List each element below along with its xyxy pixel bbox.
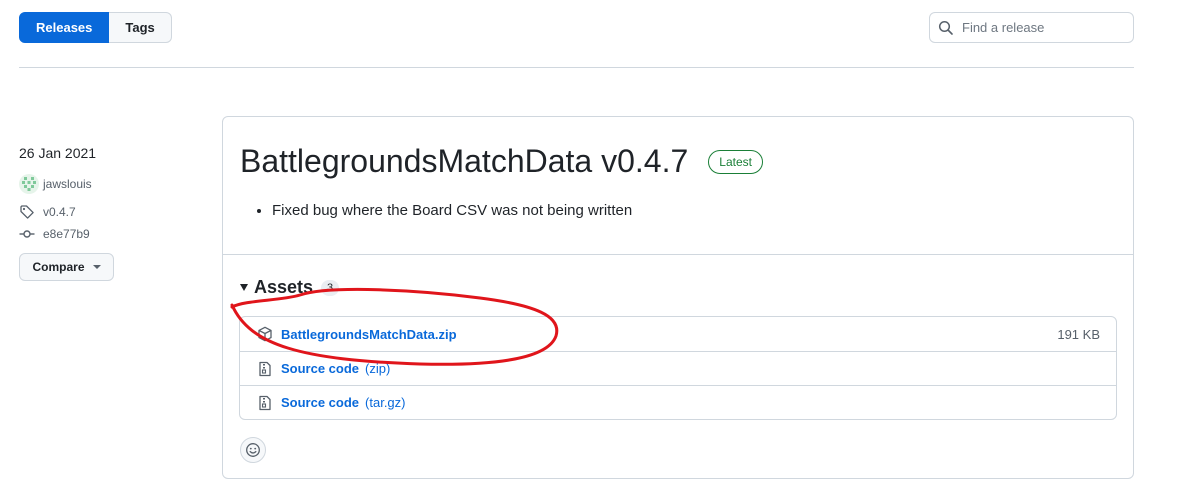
- release-author[interactable]: jawslouis: [19, 174, 199, 194]
- release-title[interactable]: BattlegroundsMatchData v0.4.7: [240, 143, 688, 180]
- release-tabs: Releases Tags: [19, 12, 172, 43]
- release-note: Fixed bug where the Board CSV was not be…: [272, 202, 1116, 219]
- release-tag[interactable]: v0.4.7: [19, 204, 199, 220]
- tag-label[interactable]: v0.4.7: [43, 205, 76, 219]
- assets-label: Assets: [254, 277, 314, 297]
- compare-label: Compare: [32, 260, 85, 274]
- release-search[interactable]: [929, 12, 1134, 43]
- triangle-down-icon: [240, 284, 248, 291]
- release-notes: Fixed bug where the Board CSV was not be…: [272, 202, 1116, 219]
- compare-button[interactable]: Compare: [19, 253, 114, 281]
- tab-releases[interactable]: Releases: [19, 12, 110, 43]
- tag-icon: [20, 205, 34, 219]
- smiley-icon: [246, 443, 260, 457]
- search-icon: [938, 20, 953, 35]
- file-zip-icon: [259, 395, 271, 410]
- asset-link[interactable]: Source code: [281, 361, 359, 376]
- chevron-down-icon: [92, 265, 101, 269]
- release-meta: 26 Jan 2021 jawslouis v0.4.7 e8e77b9 Com…: [19, 145, 199, 281]
- latest-badge: Latest: [708, 149, 763, 174]
- asset-link[interactable]: BattlegroundsMatchData.zip: [281, 327, 457, 342]
- asset-size: 191 KB: [1057, 326, 1100, 342]
- commit-icon: [19, 230, 35, 238]
- assets-count: 3: [321, 279, 340, 296]
- author-name[interactable]: jawslouis: [43, 177, 92, 191]
- asset-row: BattlegroundsMatchData.zip 191 KB: [240, 317, 1116, 351]
- release-date: 26 Jan 2021: [19, 145, 97, 161]
- search-input[interactable]: [962, 20, 1132, 35]
- tab-tags[interactable]: Tags: [109, 12, 172, 43]
- commit-hash[interactable]: e8e77b9: [43, 227, 90, 241]
- release-commit[interactable]: e8e77b9: [19, 226, 199, 242]
- asset-link[interactable]: Source code: [281, 395, 359, 410]
- release-header: BattlegroundsMatchData v0.4.7 Latest Fix…: [223, 117, 1133, 255]
- asset-row: Source code (zip): [240, 351, 1116, 385]
- file-zip-icon: [259, 361, 271, 376]
- asset-format[interactable]: (zip): [365, 361, 390, 376]
- package-icon: [258, 326, 272, 342]
- release-card: BattlegroundsMatchData v0.4.7 Latest Fix…: [222, 116, 1134, 479]
- asset-row: Source code (tar.gz): [240, 385, 1116, 419]
- add-reaction-button[interactable]: [240, 437, 266, 463]
- assets-toggle[interactable]: Assets 3: [240, 277, 340, 298]
- asset-format[interactable]: (tar.gz): [365, 395, 405, 410]
- asset-list: BattlegroundsMatchData.zip 191 KB Source…: [239, 316, 1117, 420]
- header-divider: [19, 67, 1134, 68]
- avatar[interactable]: [19, 174, 39, 194]
